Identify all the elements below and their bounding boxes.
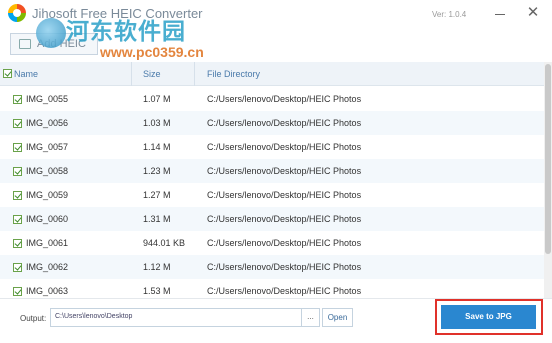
file-name: IMG_0059 (26, 190, 69, 200)
app-title: Jihosoft Free HEIC Converter (32, 6, 203, 21)
open-folder-button[interactable]: Open (322, 308, 353, 327)
file-directory: C:/Users/lenovo/Desktop/HEIC Photos (207, 166, 362, 176)
output-label: Output: (20, 314, 47, 323)
table-row[interactable]: IMG_0062 1.12 M C:/Users/lenovo/Desktop/HE… (0, 255, 544, 279)
app-logo-icon (8, 4, 26, 22)
row-checkbox[interactable] (13, 119, 22, 128)
browse-button[interactable]: ... (302, 308, 320, 327)
save-to-jpg-button[interactable]: Save to JPG (441, 305, 536, 329)
file-size: 1.03 M (143, 118, 171, 128)
minimize-button[interactable] (492, 6, 508, 20)
file-name: IMG_0060 (26, 214, 69, 224)
table-row[interactable]: IMG_0055 1.07 M C:/Users/lenovo/Desktop/HE… (0, 87, 544, 111)
row-checkbox[interactable] (13, 143, 22, 152)
row-checkbox[interactable] (13, 215, 22, 224)
bottom-bar: Output: C:\Users\lenovo\Desktop ... Open… (0, 298, 552, 343)
table-row[interactable]: IMG_0059 1.27 M C:/Users/lenovo/Desktop/HE… (0, 183, 544, 207)
add-heic-button[interactable]: Add HEIC (10, 33, 98, 55)
file-name: IMG_0057 (26, 142, 69, 152)
column-header-size[interactable]: Size (143, 62, 161, 86)
file-size: 1.27 M (143, 190, 171, 200)
file-name: IMG_0063 (26, 286, 69, 296)
select-all-checkbox[interactable] (3, 69, 12, 78)
file-directory: C:/Users/lenovo/Desktop/HEIC Photos (207, 238, 362, 248)
scrollbar-thumb[interactable] (545, 64, 551, 254)
row-checkbox[interactable] (13, 95, 22, 104)
title-bar: Jihosoft Free HEIC Converter Ver: 1.0.4 … (0, 0, 552, 30)
table-header: Name Size File Directory (0, 62, 544, 86)
table-row[interactable]: IMG_0057 1.14 M C:/Users/lenovo/Desktop/HE… (0, 135, 544, 159)
file-size: 1.31 M (143, 214, 171, 224)
file-name: IMG_0062 (26, 262, 69, 272)
table-row[interactable]: IMG_0056 1.03 M C:/Users/lenovo/Desktop/HE… (0, 111, 544, 135)
table-row[interactable]: IMG_0061 944.01 KB C:/Users/lenovo/Desktop… (0, 231, 544, 255)
file-directory: C:/Users/lenovo/Desktop/HEIC Photos (207, 190, 362, 200)
file-name: IMG_0055 (26, 94, 69, 104)
column-header-name[interactable]: Name (14, 62, 38, 86)
vertical-scrollbar[interactable] (544, 62, 552, 298)
file-directory: C:/Users/lenovo/Desktop/HEIC Photos (207, 262, 362, 272)
watermark-url: www.pc0359.cn (100, 44, 204, 60)
row-checkbox[interactable] (13, 263, 22, 272)
file-directory: C:/Users/lenovo/Desktop/HEIC Photos (207, 118, 362, 128)
table-row[interactable]: IMG_0063 1.53 M C:/Users/lenovo/Desktop/HE… (0, 279, 544, 298)
file-directory: C:/Users/lenovo/Desktop/HEIC Photos (207, 214, 362, 224)
row-checkbox[interactable] (13, 287, 22, 296)
file-directory: C:/Users/lenovo/Desktop/HEIC Photos (207, 94, 362, 104)
table-row[interactable]: IMG_0058 1.23 M C:/Users/lenovo/Desktop/HE… (0, 159, 544, 183)
add-heic-label: Add HEIC (37, 38, 86, 50)
file-directory: C:/Users/lenovo/Desktop/HEIC Photos (207, 286, 362, 296)
app-version: Ver: 1.0.4 (432, 10, 467, 19)
file-name: IMG_0058 (26, 166, 69, 176)
file-size: 1.14 M (143, 142, 171, 152)
column-divider (131, 62, 132, 86)
add-file-icon (19, 39, 31, 49)
file-directory: C:/Users/lenovo/Desktop/HEIC Photos (207, 142, 362, 152)
file-name: IMG_0061 (26, 238, 69, 248)
file-size: 944.01 KB (143, 238, 186, 248)
output-path-field[interactable]: C:\Users\lenovo\Desktop (50, 308, 302, 327)
file-size: 1.23 M (143, 166, 171, 176)
row-checkbox[interactable] (13, 239, 22, 248)
file-size: 1.53 M (143, 286, 171, 296)
file-table: Name Size File Directory IMG_0055 1.07 M C… (0, 62, 544, 298)
column-divider (194, 62, 195, 86)
file-name: IMG_0056 (26, 118, 69, 128)
file-size: 1.07 M (143, 94, 171, 104)
file-size: 1.12 M (143, 262, 171, 272)
table-row[interactable]: IMG_0060 1.31 M C:/Users/lenovo/Desktop/HE… (0, 207, 544, 231)
column-header-directory[interactable]: File Directory (207, 62, 260, 86)
row-checkbox[interactable] (13, 167, 22, 176)
row-checkbox[interactable] (13, 191, 22, 200)
close-button[interactable]: ✕ (525, 5, 541, 20)
